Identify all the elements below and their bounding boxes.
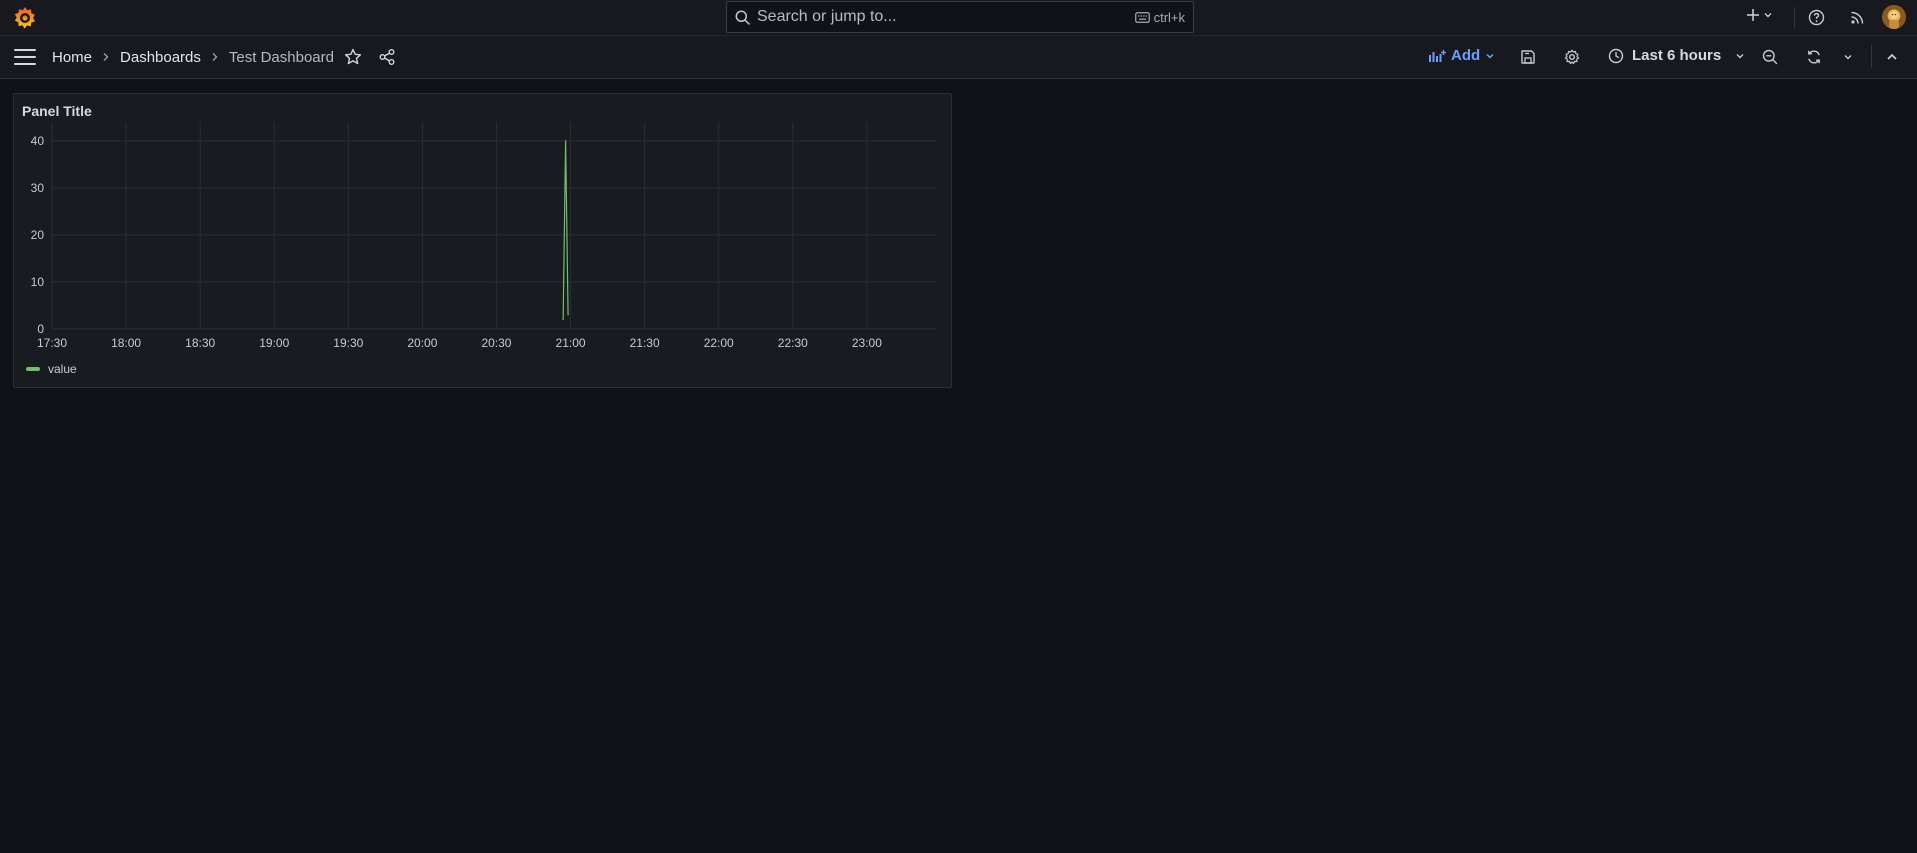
breadcrumb-current: Test Dashboard [228,48,334,66]
x-tick-label: 20:00 [407,336,437,350]
legend-item-value[interactable]: value [26,362,77,376]
x-tick-label: 18:00 [111,336,141,350]
time-series-panel[interactable]: Panel Title 0 10 20 30 40 17:30 18:00 18:30 19:0… [13,93,952,388]
x-tick-label: 19:30 [333,336,363,350]
news-button[interactable] [1850,10,1865,25]
x-tick-label: 21:30 [630,336,660,350]
new-menu-button[interactable] [1746,8,1773,22]
search-placeholder: Search or jump to... [757,8,897,25]
chevron-down-icon [1763,10,1773,20]
chevron-right-icon [211,52,219,62]
x-tick-label: 21:00 [556,336,586,350]
clock-icon [1608,48,1624,64]
grafana-logo-icon[interactable] [12,5,38,31]
series-line-value [562,140,569,320]
dashboard-nav-bar: Home Dashboards Test Dashboard Add Last [0,36,1917,79]
legend-label: value [48,362,77,376]
breadcrumb-dashboards[interactable]: Dashboards [120,49,201,66]
hamburger-line [14,63,36,65]
legend-swatch [26,367,40,371]
time-range-picker[interactable]: Last 6 hours [1608,47,1745,64]
avatar[interactable] [1882,5,1906,29]
search-shortcut: ctrl+k [1134,9,1185,25]
y-tick-label: 40 [31,134,45,148]
chevron-down-icon [1735,51,1745,61]
time-series-chart: 0 10 20 30 40 17:30 18:00 18:30 19:00 19:30 20:00 2… [31,122,936,350]
data-point [565,140,567,142]
data-point [567,314,569,316]
y-tick-label: 30 [31,181,45,195]
hamburger-line [14,56,36,58]
shortcut-label: ctrl+k [1153,9,1185,25]
gear-icon[interactable] [1564,49,1580,65]
x-tick-label: 22:30 [778,336,808,350]
refresh-icon[interactable] [1806,49,1822,65]
help-icon [1808,9,1825,26]
toolbar-divider [1871,45,1872,68]
rss-icon [1850,10,1865,25]
panel-title[interactable]: Panel Title [22,103,92,119]
save-icon[interactable] [1520,49,1536,65]
zoom-out-icon[interactable] [1762,49,1778,65]
breadcrumb: Home Dashboards Test Dashboard [52,36,334,78]
top-bar: Search or jump to... ctrl+k [0,0,1917,36]
data-point [562,318,564,321]
time-range-label: Last 6 hours [1632,47,1722,64]
add-button[interactable]: Add [1428,47,1495,64]
plus-icon [1746,8,1760,22]
x-tick-label: 23:00 [852,336,882,350]
x-tick-label: 22:00 [704,336,734,350]
add-panel-icon [1428,49,1446,63]
help-button[interactable] [1808,9,1825,26]
search-input[interactable]: Search or jump to... ctrl+k [726,1,1194,33]
y-tick-label: 20 [31,228,45,242]
y-tick-label: 0 [37,322,44,336]
chevron-up-icon[interactable] [1886,51,1898,63]
x-tick-label: 17:30 [37,336,67,350]
search-icon [735,10,750,25]
topbar-divider [1794,7,1795,28]
chevron-right-icon [102,52,110,62]
chevron-down-icon [1485,51,1495,61]
add-button-label: Add [1451,47,1481,64]
share-icon[interactable] [378,48,396,66]
breadcrumb-home[interactable]: Home [52,49,92,66]
x-tick-label: 20:30 [481,336,511,350]
x-tick-label: 19:00 [259,336,289,350]
x-tick-label: 18:30 [185,336,215,350]
refresh-interval-chevron-icon[interactable] [1843,52,1853,62]
keyboard-icon [1134,11,1150,23]
hamburger-line [14,49,36,51]
y-tick-label: 10 [31,275,45,289]
star-icon[interactable] [344,48,362,66]
menu-toggle-button[interactable] [14,49,36,65]
